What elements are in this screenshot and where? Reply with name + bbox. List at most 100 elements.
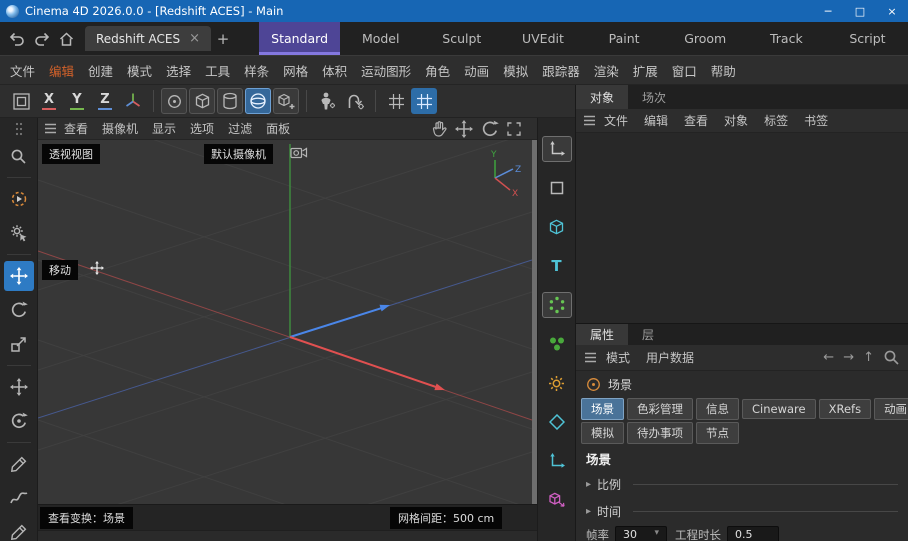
snap-grid-button[interactable] (383, 88, 409, 114)
menu-render[interactable]: 渲染 (587, 61, 626, 80)
menu-file[interactable]: 文件 (3, 61, 42, 80)
om-menu-edit[interactable]: 编辑 (636, 112, 676, 129)
om-menu-tags[interactable]: 标签 (756, 112, 796, 129)
paint-selection-tool[interactable] (4, 184, 34, 214)
menu-volume[interactable]: 体积 (315, 61, 354, 80)
tab-layers[interactable]: 层 (628, 324, 668, 345)
tab-attributes[interactable]: 属性 (576, 324, 628, 345)
snap-mode-button[interactable] (542, 487, 572, 513)
uv-mode-button[interactable] (542, 448, 572, 474)
om-menu-file[interactable]: 文件 (596, 112, 636, 129)
menu-mode[interactable]: 模式 (120, 61, 159, 80)
lock-y-button[interactable]: Y (64, 88, 90, 114)
nav-up-button[interactable]: ↑ (863, 350, 874, 365)
menu-edit[interactable]: 编辑 (42, 61, 81, 80)
normals-mode-button[interactable] (542, 409, 572, 435)
nav-forward-button[interactable]: → (843, 350, 854, 365)
tab-paint[interactable]: Paint (584, 22, 665, 55)
search-icon[interactable] (883, 349, 900, 366)
view-name-label[interactable]: 透视视图 (42, 144, 100, 164)
close-tab-icon[interactable]: × (189, 31, 200, 46)
tweak-tool[interactable] (4, 218, 34, 248)
attribute-menu-icon[interactable] (584, 352, 597, 363)
coordinate-mode-button[interactable] (542, 136, 572, 162)
redo-button[interactable] (29, 26, 54, 51)
field-value-input[interactable]: 30 ▾ (615, 526, 667, 541)
vp-menu-options[interactable]: 选项 (183, 120, 221, 137)
maximize-button[interactable]: □ (844, 0, 876, 22)
field-value-input[interactable]: 0.5 (727, 526, 779, 541)
texture-mode-button[interactable]: T (542, 253, 572, 279)
dolly-icon[interactable] (455, 120, 473, 138)
minimize-button[interactable]: ─ (812, 0, 844, 22)
menu-animate[interactable]: 动画 (457, 61, 496, 80)
tab-info[interactable]: 信息 (696, 398, 739, 420)
lock-x-button[interactable]: X (36, 88, 62, 114)
axis-move-tool[interactable] (4, 372, 34, 402)
points-mode-button[interactable] (542, 292, 572, 318)
viewport-scrollbar[interactable] (532, 140, 537, 504)
nav-back-button[interactable]: ← (823, 350, 834, 365)
tab-groom[interactable]: Groom (665, 22, 746, 55)
simulation-button[interactable] (342, 88, 368, 114)
tab-standard[interactable]: Standard (259, 22, 340, 55)
rotate-tool[interactable] (4, 295, 34, 325)
menu-mesh[interactable]: 网格 (276, 61, 315, 80)
axis-button[interactable] (120, 88, 146, 114)
menu-help[interactable]: 帮助 (704, 61, 743, 80)
tab-sculpt[interactable]: Sculpt (421, 22, 502, 55)
tab-track[interactable]: Track (746, 22, 827, 55)
model-mode-button[interactable] (542, 214, 572, 240)
document-tab[interactable]: Redshift ACES × (85, 26, 211, 51)
tab-objects[interactable]: 对象 (576, 85, 628, 109)
axis-gizmo[interactable]: Y Z X (479, 148, 525, 198)
pan-hand-icon[interactable] (432, 121, 447, 137)
vp-menu-display[interactable]: 显示 (145, 120, 183, 137)
menu-select[interactable]: 选择 (159, 61, 198, 80)
viewport-menu-icon[interactable] (44, 123, 57, 134)
menu-mograph[interactable]: 运动图形 (354, 61, 418, 80)
tab-color-management[interactable]: 色彩管理 (627, 398, 693, 420)
vp-menu-panel[interactable]: 面板 (259, 120, 297, 137)
add-tab-button[interactable]: + (211, 27, 235, 51)
spline-smooth-tool[interactable] (4, 517, 34, 541)
quantize-button[interactable] (411, 88, 437, 114)
vp-menu-cameras[interactable]: 摄像机 (95, 120, 145, 137)
vp-menu-view[interactable]: 查看 (57, 120, 95, 137)
camera-name-label[interactable]: 默认摄像机 (204, 144, 273, 164)
maximize-view-icon[interactable] (507, 122, 521, 136)
viewport-canvas[interactable]: 透视视图 默认摄像机 移动 Y Z X (38, 140, 537, 504)
object-manager-menu-icon[interactable] (583, 115, 596, 126)
tab-todo[interactable]: 待办事项 (627, 422, 693, 444)
tab-cineware[interactable]: Cineware (742, 399, 816, 419)
palette-grip[interactable] (4, 121, 34, 137)
menu-simulate[interactable]: 模拟 (496, 61, 535, 80)
workplane-mode-button[interactable] (542, 175, 572, 201)
om-menu-view[interactable]: 查看 (676, 112, 716, 129)
axis-rotate-tool[interactable] (4, 406, 34, 436)
sketch-tool[interactable] (4, 483, 34, 513)
user-data-dropdown[interactable]: 用户数据 (639, 349, 701, 366)
menu-character[interactable]: 角色 (418, 61, 457, 80)
menu-create[interactable]: 创建 (81, 61, 120, 80)
polygons-mode-button[interactable] (542, 370, 572, 396)
menu-spline[interactable]: 样条 (237, 61, 276, 80)
group-scale[interactable]: ▸ 比例 (576, 471, 908, 498)
om-menu-bookmarks[interactable]: 书签 (796, 112, 836, 129)
camera-swap-icon[interactable] (290, 146, 308, 159)
tab-xrefs[interactable]: XRefs (819, 399, 871, 419)
null-object-button[interactable] (189, 88, 215, 114)
tab-animation[interactable]: 动画 (874, 398, 908, 420)
tab-nodes[interactable]: 节点 (696, 422, 739, 444)
scale-tool[interactable] (4, 329, 34, 359)
live-selection-tool[interactable] (4, 141, 34, 171)
home-button[interactable] (54, 26, 79, 51)
mode-dropdown[interactable]: 模式 (599, 349, 637, 366)
tab-uvedit[interactable]: UVEdit (502, 22, 583, 55)
vp-menu-filter[interactable]: 过滤 (221, 120, 259, 137)
object-list[interactable] (576, 133, 908, 323)
group-time[interactable]: ▸ 时间 (576, 498, 908, 525)
orbit-icon[interactable] (481, 120, 499, 138)
close-button[interactable]: × (876, 0, 908, 22)
primitive-button[interactable] (217, 88, 243, 114)
